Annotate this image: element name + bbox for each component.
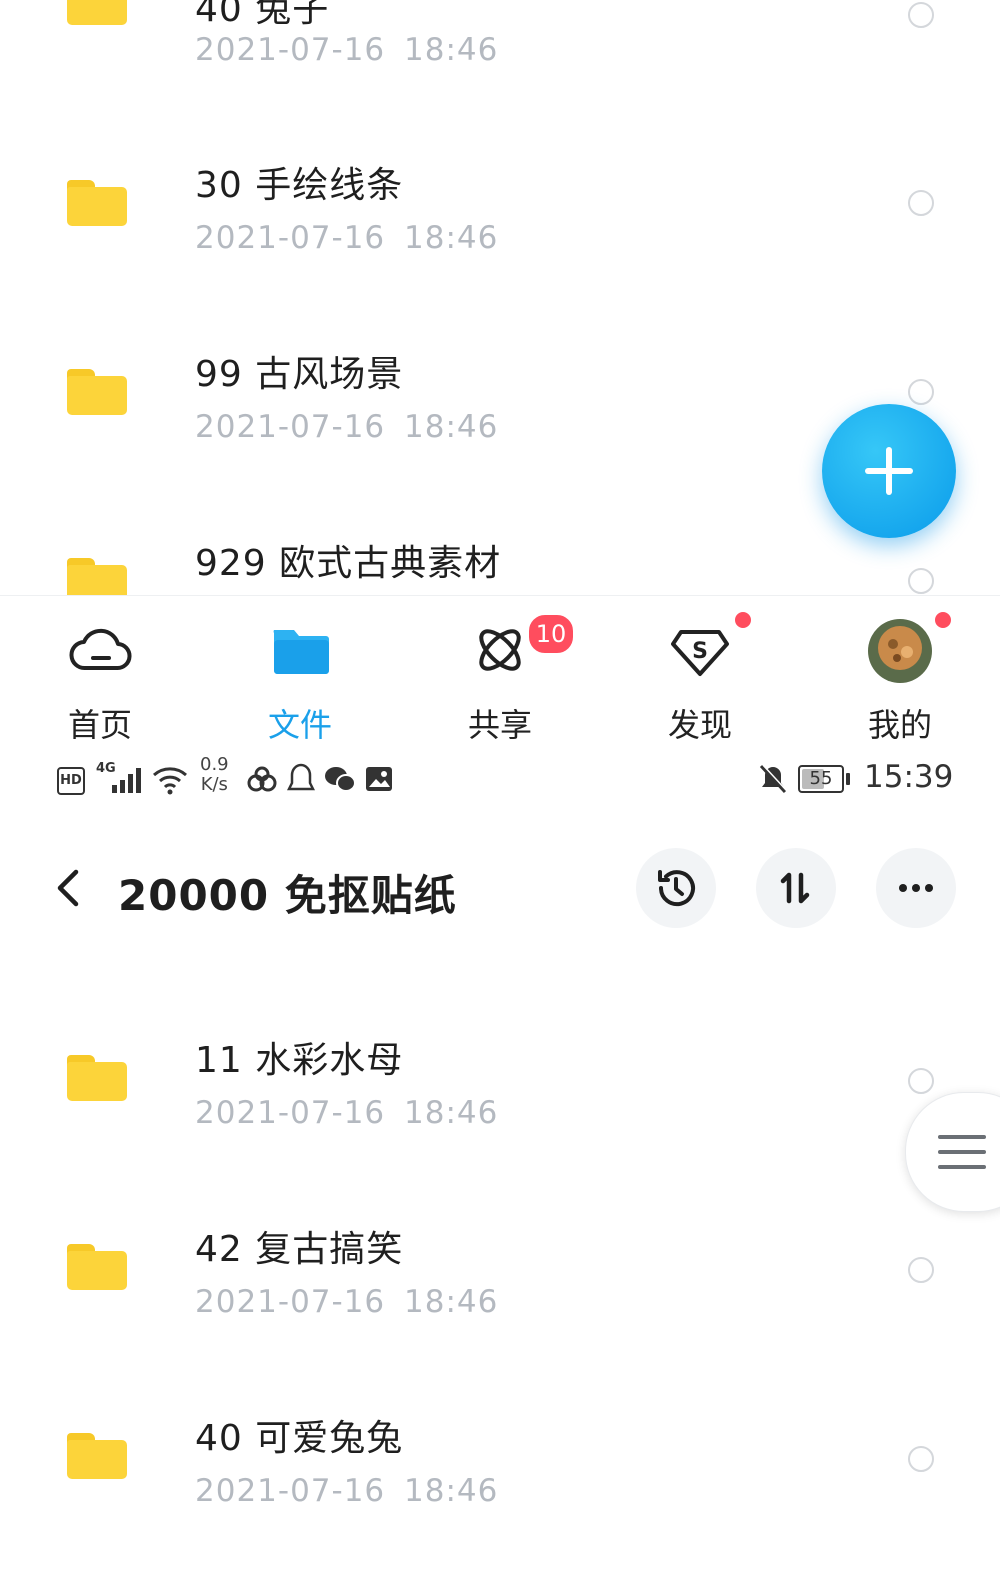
item-name: 11 水彩水母 (195, 1040, 404, 1081)
nav-home[interactable]: 首页 (0, 596, 200, 756)
more-button[interactable] (876, 848, 956, 928)
item-date: 2021-07-16 18:46 (195, 1473, 499, 1509)
page-title: 20000 免抠贴纸 (118, 871, 457, 920)
item-name: 40 兔子 (195, 0, 330, 30)
header: 20000 免抠贴纸 (0, 820, 1000, 960)
item-name: 99 古风场景 (195, 354, 404, 395)
file-list-top: 40 兔子 2021-07-16 18:46 30 手绘线条 2021-07-1… (0, 0, 1000, 595)
battery-level: 55 (809, 768, 833, 789)
item-name: 30 手绘线条 (195, 165, 404, 206)
item-name: 42 复古搞笑 (195, 1229, 404, 1270)
list-item[interactable]: 42 复古搞笑 2021-07-16 18:46 (0, 1214, 1000, 1403)
item-date: 2021-07-16 18:46 (195, 1284, 499, 1320)
list-item[interactable]: 929 欧式古典素材 (0, 528, 1000, 595)
select-radio[interactable] (908, 379, 934, 405)
nav-discover[interactable]: S 发现 (600, 596, 800, 756)
gallery-icon (366, 767, 392, 791)
svg-text:S: S (692, 639, 708, 664)
status-bar: HD 4G 0.9 K/s 55 15:39 (0, 755, 1000, 805)
folder-icon (67, 1055, 127, 1101)
nav-label: 发现 (667, 706, 732, 744)
me-dot (933, 610, 953, 630)
select-radio[interactable] (908, 1446, 934, 1472)
more-icon (899, 884, 933, 892)
sort-button[interactable] (756, 848, 836, 928)
net-speed-value: 0.9 (200, 754, 229, 775)
folder-icon (67, 369, 127, 415)
wechat-icon (325, 767, 356, 792)
avatar (868, 619, 932, 683)
sort-icon (780, 872, 810, 904)
nav-label: 首页 (67, 706, 132, 744)
hd-icon: HD (57, 767, 85, 795)
back-icon[interactable] (48, 866, 88, 910)
history-icon (658, 870, 695, 907)
select-radio[interactable] (908, 190, 934, 216)
folder-icon (67, 1244, 127, 1290)
wifi-icon (153, 767, 187, 795)
discover-dot (733, 610, 753, 630)
list-item[interactable]: 30 手绘线条 2021-07-16 18:46 (0, 150, 1000, 339)
nav-me[interactable]: 我的 (800, 596, 1000, 756)
list-item[interactable]: 11 水彩水母 2021-07-16 18:46 (0, 1025, 1000, 1214)
qq-icon (287, 763, 315, 791)
share-badge: 10 (526, 612, 576, 656)
folder-icon (67, 180, 127, 226)
bottom-nav: 首页 文件 共享 S 发现 我的 (0, 595, 1000, 756)
nav-label: 文件 (267, 706, 332, 744)
list-item[interactable]: 40 兔子 2021-07-16 18:46 (0, 0, 1000, 68)
list-item[interactable]: 40 可爱兔兔 2021-07-16 18:46 (0, 1403, 1000, 1592)
select-radio[interactable] (908, 2, 934, 28)
nav-label: 我的 (867, 706, 932, 744)
item-name: 929 欧式古典素材 (195, 543, 502, 584)
add-button[interactable] (822, 404, 956, 538)
item-date: 2021-07-16 18:46 (195, 409, 499, 445)
select-radio[interactable] (908, 568, 934, 594)
battery-tip (846, 773, 850, 785)
nav-files[interactable]: 文件 (200, 596, 400, 756)
menu-icon (938, 1135, 986, 1169)
nav-label: 共享 (467, 706, 532, 744)
baidu-cloud-icon (247, 766, 277, 792)
select-radio[interactable] (908, 1068, 934, 1094)
item-name: 40 可爱兔兔 (195, 1418, 404, 1459)
item-date: 2021-07-16 18:46 (195, 220, 499, 256)
plus-icon (865, 447, 913, 495)
net-speed-unit: K/s (200, 774, 228, 795)
battery-icon: 55 (798, 765, 844, 793)
folder-icon (67, 0, 127, 25)
select-radio[interactable] (908, 1257, 934, 1283)
signal-icon (112, 768, 141, 793)
mute-bell-icon (759, 764, 788, 794)
cloud-icon (69, 628, 132, 671)
net-speed: 0.9 K/s (200, 755, 229, 795)
share-orbit-icon (479, 629, 521, 671)
item-date: 2021-07-16 18:46 (195, 1095, 499, 1131)
item-date: 2021-07-16 18:46 (195, 32, 499, 68)
diamond-s-icon: S (671, 630, 729, 676)
clock: 15:39 (864, 759, 954, 795)
folder-icon (273, 630, 329, 674)
history-button[interactable] (636, 848, 716, 928)
folder-icon (67, 558, 127, 595)
folder-icon (67, 1433, 127, 1479)
